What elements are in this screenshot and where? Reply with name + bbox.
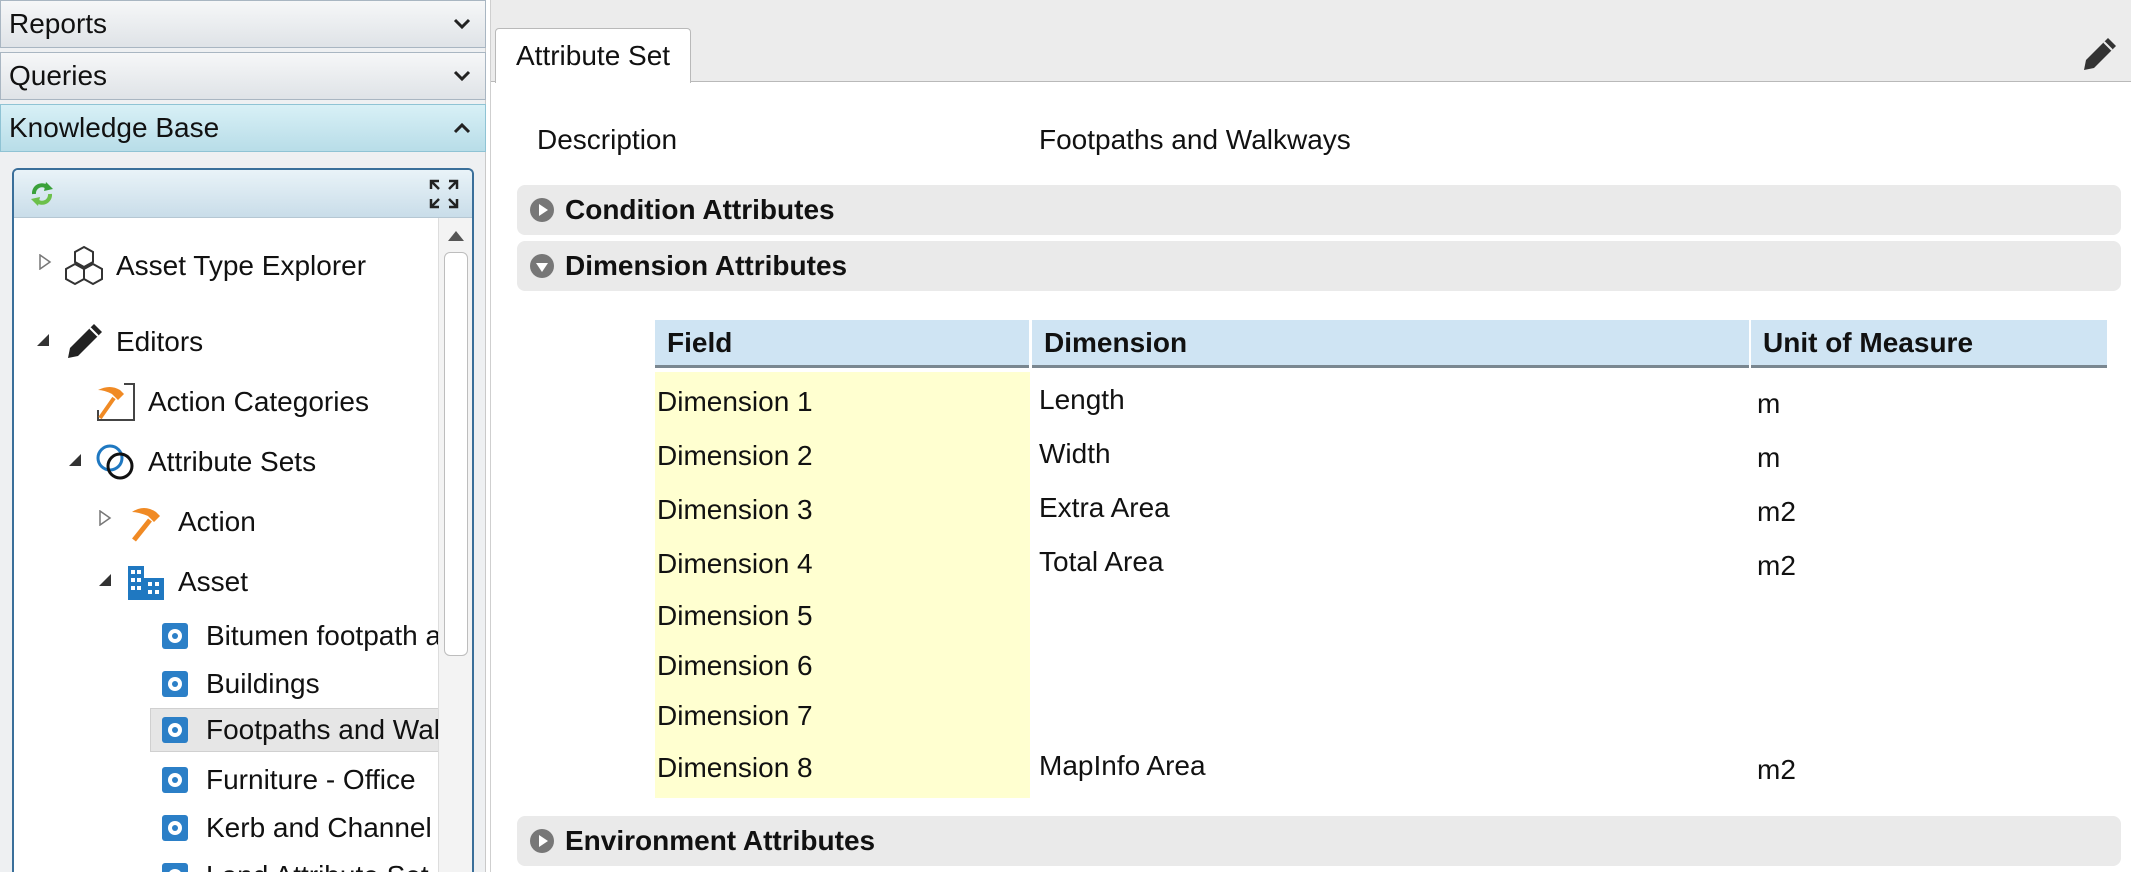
tree-leaf-label: Kerb and Channel	[206, 812, 432, 843]
cell-field: Dimension 2	[657, 440, 813, 471]
cell-field: Dimension 7	[657, 700, 813, 731]
collapse-arrow-icon[interactable]	[98, 572, 112, 588]
cell-unit[interactable]: m2	[1757, 496, 1796, 528]
scrollbar-thumb[interactable]	[444, 252, 468, 656]
tree-node-label: Asset Type Explorer	[116, 250, 367, 281]
hammer-icon	[94, 380, 135, 421]
column-header-dimension[interactable]: Dimension	[1032, 320, 1749, 368]
tree-leaf-label: Bitumen footpath a	[206, 620, 442, 651]
cell-unit[interactable]: m	[1757, 442, 1780, 474]
tree-leaf-label: Footpaths and Wal	[206, 714, 440, 745]
tree-leaf-buildings[interactable]: Buildings	[160, 662, 320, 706]
tree-leaf-footpaths-and-walkways[interactable]: Footpaths and Wal	[150, 708, 440, 752]
knowledge-base-tree: Asset Type Explorer Editors Action Categ…	[12, 168, 474, 872]
cell-dimension[interactable]: Extra Area	[1039, 492, 1170, 524]
chevron-down-icon	[453, 18, 471, 30]
cell-field: Dimension 4	[657, 548, 813, 579]
section-title: Condition Attributes	[565, 194, 835, 225]
hammer-icon	[132, 508, 160, 542]
column-header-label: Unit of Measure	[1763, 326, 1974, 358]
edit-pencil-icon[interactable]	[2080, 34, 2120, 74]
tree-leaf-land-attribute-set[interactable]: Land Attribute Set	[160, 854, 429, 872]
accordion-queries[interactable]: Queries	[0, 52, 486, 100]
attribute-set-icon	[162, 623, 188, 649]
expand-arrow-icon[interactable]	[98, 510, 112, 526]
tree-leaf-furniture-office[interactable]: Furniture - Office	[160, 758, 416, 802]
cell-unit[interactable]: m	[1757, 388, 1780, 420]
section-dimension-attributes[interactable]: Dimension Attributes	[517, 241, 2121, 291]
attribute-set-icon	[162, 815, 188, 841]
tree-leaf-label: Buildings	[206, 668, 320, 699]
tree-node-label: Attribute Sets	[148, 446, 317, 477]
cubes-icon	[65, 245, 103, 286]
tree-leaf-label: Furniture - Office	[206, 764, 416, 795]
section-condition-attributes[interactable]: Condition Attributes	[517, 185, 2121, 235]
cell-dimension[interactable]: Length	[1039, 384, 1125, 416]
column-header-label: Dimension	[1044, 326, 1188, 358]
attribute-set-icon	[162, 863, 188, 872]
collapse-arrow-icon[interactable]	[36, 332, 50, 348]
description-label: Description	[537, 124, 678, 155]
main-panel: Attribute Set Description Footpaths and …	[490, 0, 2131, 872]
cell-field: Dimension 3	[657, 494, 813, 525]
fullscreen-icon[interactable]	[428, 178, 460, 210]
cell-field: Dimension 6	[657, 650, 813, 681]
accordion-knowledge-base-label: Knowledge Base	[9, 112, 220, 143]
description-value: Footpaths and Walkways	[1039, 124, 1351, 155]
tab-bar: Attribute Set	[491, 0, 2131, 83]
tree-scrollbar[interactable]	[438, 218, 472, 872]
cell-unit[interactable]: m2	[1757, 754, 1796, 786]
column-header-label: Field	[667, 326, 733, 358]
rings-icon	[96, 444, 134, 480]
refresh-icon[interactable]	[28, 180, 56, 208]
expand-circle-icon	[530, 198, 554, 222]
cell-field: Dimension 8	[657, 752, 813, 783]
tree-leaf-bitumen-footpath[interactable]: Bitumen footpath a	[160, 614, 442, 658]
scroll-up-arrow-icon[interactable]	[447, 230, 465, 242]
tree-node-asset[interactable]: Asset	[124, 560, 248, 604]
accordion-reports[interactable]: Reports	[0, 0, 486, 48]
cell-dimension[interactable]: Total Area	[1039, 546, 1164, 578]
attribute-set-icon	[162, 767, 188, 793]
pencil-icon	[68, 324, 102, 358]
section-title: Dimension Attributes	[565, 250, 848, 281]
tree-node-asset-type-explorer[interactable]: Asset Type Explorer	[62, 244, 366, 288]
section-environment-attributes[interactable]: Environment Attributes	[517, 816, 2121, 866]
attribute-set-icon	[162, 671, 188, 697]
field-column-background	[655, 372, 1030, 798]
accordion-knowledge-base[interactable]: Knowledge Base	[0, 104, 486, 152]
tree-toolbar	[14, 170, 472, 218]
tree-node-label: Asset	[178, 566, 249, 597]
collapse-arrow-icon[interactable]	[68, 452, 82, 468]
tree-leaf-kerb-and-channel[interactable]: Kerb and Channel	[160, 806, 432, 850]
tree-node-label: Action Categories	[148, 386, 370, 417]
accordion-queries-label: Queries	[9, 60, 108, 91]
collapse-circle-icon	[530, 254, 554, 278]
buildings-icon	[128, 566, 164, 600]
section-title: Environment Attributes	[565, 825, 876, 856]
tree-leaf-label: Land Attribute Set	[206, 860, 429, 872]
expand-arrow-icon[interactable]	[38, 254, 52, 270]
accordion-reports-label: Reports	[9, 8, 108, 39]
tree-node-label: Action	[178, 506, 256, 537]
tree-node-label: Editors	[116, 326, 204, 357]
expand-circle-icon	[530, 829, 554, 853]
chevron-up-icon	[453, 122, 471, 134]
column-header-unit[interactable]: Unit of Measure	[1751, 320, 2107, 368]
tree-node-action[interactable]: Action	[124, 500, 256, 544]
cell-dimension[interactable]: Width	[1039, 438, 1111, 470]
cell-field: Dimension 5	[657, 600, 813, 631]
cell-dimension[interactable]: MapInfo Area	[1039, 750, 1206, 782]
cell-field: Dimension 1	[657, 386, 813, 417]
tree-node-attribute-sets[interactable]: Attribute Sets	[94, 440, 316, 484]
attribute-set-icon	[162, 717, 188, 743]
chevron-down-icon	[453, 70, 471, 82]
column-header-field[interactable]: Field	[655, 320, 1029, 368]
tab-label: Attribute Set	[516, 40, 671, 71]
cell-unit[interactable]: m2	[1757, 550, 1796, 582]
left-panel: Reports Queries Knowledge Base Asset Typ…	[0, 0, 486, 872]
tab-attribute-set[interactable]: Attribute Set	[495, 28, 692, 83]
tree-node-action-categories[interactable]: Action Categories	[94, 380, 369, 424]
tree-node-editors[interactable]: Editors	[62, 320, 203, 364]
